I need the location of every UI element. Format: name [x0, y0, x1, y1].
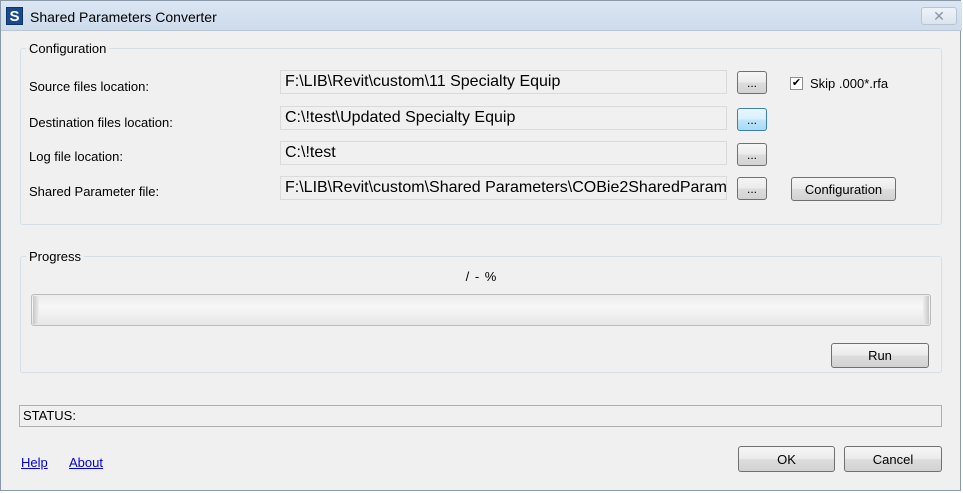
status-bar: STATUS: [19, 405, 942, 427]
log-file-label: Log file location: [29, 149, 123, 164]
help-link[interactable]: Help [21, 455, 48, 470]
main-window: S Shared Parameters Converter ✕ Configur… [0, 0, 962, 491]
source-files-input[interactable]: F:\LIB\Revit\custom\11 Specialty Equip [280, 70, 727, 94]
log-file-input[interactable]: C:\!test [280, 141, 727, 165]
browse-shared-parameter-button[interactable]: ... [737, 177, 767, 200]
close-icon[interactable]: ✕ [921, 7, 957, 25]
cancel-button[interactable]: Cancel [844, 446, 942, 472]
shared-parameter-label: Shared Parameter file: [29, 184, 160, 199]
app-icon: S [6, 7, 23, 25]
progress-legend: Progress [29, 249, 82, 264]
browse-source-button[interactable]: ... [737, 71, 767, 94]
progress-percent-text: / - % [465, 269, 498, 284]
configuration-legend: Configuration [29, 41, 107, 56]
shared-parameter-input[interactable]: F:\LIB\Revit\custom\Shared Parameters\CO… [280, 176, 727, 200]
skip-checkbox[interactable]: ✔ [790, 77, 803, 90]
window-title: Shared Parameters Converter [30, 9, 217, 25]
about-link[interactable]: About [69, 455, 103, 470]
progress-bar-right-cap [923, 296, 929, 324]
destination-files-input[interactable]: C:\!test\Updated Specialty Equip [280, 106, 727, 130]
title-bar[interactable]: S Shared Parameters Converter ✕ [1, 1, 962, 31]
progress-bar [31, 294, 931, 326]
configuration-button[interactable]: Configuration [791, 177, 896, 201]
run-button[interactable]: Run [831, 343, 929, 368]
browse-destination-button[interactable]: ... [737, 108, 767, 131]
progress-bar-left-cap [33, 296, 39, 324]
destination-files-label: Destination files location: [29, 115, 173, 130]
ok-button[interactable]: OK [738, 446, 835, 472]
skip-checkbox-label[interactable]: Skip .000*.rfa [810, 76, 888, 91]
source-files-label: Source files location: [29, 79, 149, 94]
browse-log-button[interactable]: ... [737, 143, 767, 166]
